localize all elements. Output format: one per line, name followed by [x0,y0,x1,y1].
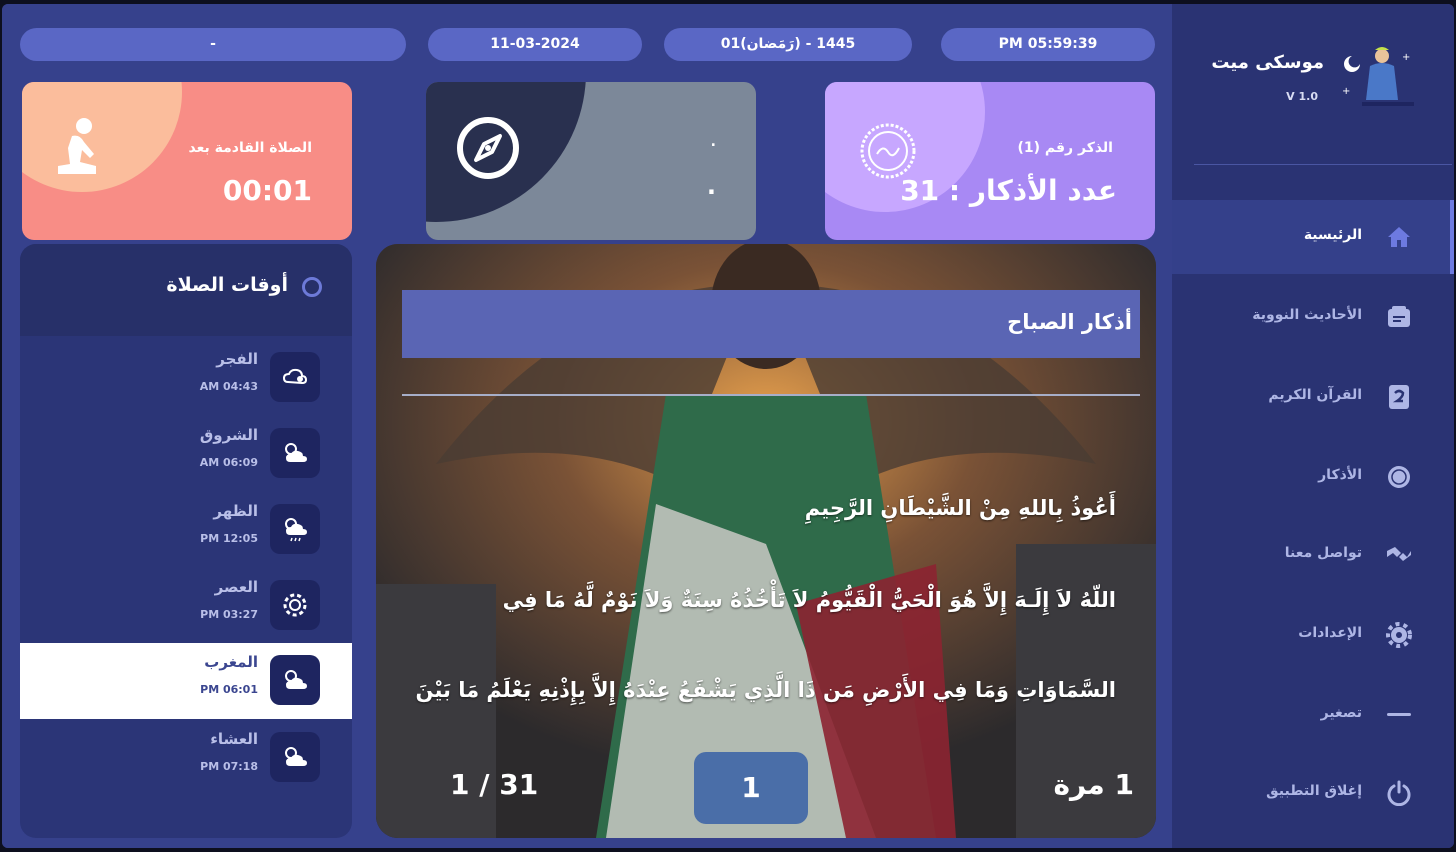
prayer-times-header: أوقات الصلاة [20,244,352,336]
prayer-name: الفجر [216,350,258,368]
hadith-icon [1384,302,1414,332]
dhikr-counter-button[interactable]: 1 [694,752,808,824]
next-prayer-card: الصلاة القادمة بعد 00:01 [22,82,352,240]
prayer-row-maghrib[interactable]: المغرب PM 06:01 [20,643,352,719]
dhikr-number-label: الذكر رقم (1) [1017,140,1113,156]
dhikr-verse-3: السَّمَاوَاتِ وَمَا فِي الأَرْضِ مَن ذَا… [415,678,1116,702]
sun-cloud-icon [270,732,320,782]
prayer-time: PM 06:01 [200,683,258,696]
nav-hadith[interactable]: الأحاديث النووية [1172,280,1454,354]
nav-home[interactable]: الرئيسية [1172,200,1454,274]
quran-icon [1384,382,1414,412]
nav-label: الرئيسية [1303,227,1362,243]
nav-settings[interactable]: الإعدادات [1172,598,1454,672]
prayer-name: العشاء [210,730,258,748]
app-window: - 11-03-2024 1445 - (رَمَضان)01 PM 05:59… [2,4,1454,848]
prayer-name: الظهر [213,502,258,520]
nav-label: الأحاديث النووية [1252,307,1362,323]
prayer-row-asr[interactable]: العصر PM 03:27 [20,568,352,644]
dhikr-count-card: الذكر رقم (1) عدد الأذكار : 31 [825,82,1155,240]
location-pill: - [20,28,406,61]
compass-icon [456,116,520,180]
nav-contact[interactable]: تواصل معنا [1172,518,1454,592]
contact-icon [1384,540,1414,570]
next-prayer-countdown: 00:01 [222,174,312,207]
nav-close-app[interactable]: إغلاق التطبيق [1172,756,1454,830]
prayer-time: AM 06:09 [199,456,258,469]
prayer-row-sunrise[interactable]: الشروق AM 06:09 [20,416,352,492]
qibla-line1: . [710,134,716,150]
minimize-icon [1384,700,1414,730]
app-name: موسكى ميت [1211,52,1324,73]
dhikr-count-text: عدد الأذكار : 31 [900,174,1117,207]
prayer-times-panel: أوقات الصلاة الفجر AM 04:43 الشروق AM 06… [20,244,352,838]
nav-label: الأذكار [1318,467,1362,483]
dhikr-repeat-count: 1 مرة [1053,768,1134,801]
prayer-time: PM 03:27 [200,608,258,621]
main-area: - 11-03-2024 1445 - (رَمَضان)01 PM 05:59… [2,4,1172,848]
settings-icon [1384,620,1414,650]
svg-text:+: + [1402,52,1410,63]
prayer-name: الشروق [199,426,258,444]
nav-label: الإعدادات [1298,625,1362,641]
nav-quran[interactable]: القرآن الكريم [1172,360,1454,434]
dhikr-title-bar: أذكار الصباح [402,290,1140,358]
sidebar: موسكى ميت V 1.0 + + الرئيسية الأحاديث ال… [1172,4,1454,848]
prayer-name: العصر [214,578,258,596]
divider [402,394,1140,396]
nav-label: تصغير [1320,705,1362,721]
nav-label: القرآن الكريم [1268,387,1362,403]
dhikr-panel: أذكار الصباح أَعُوذُ بِاللهِ مِنْ الشَّي… [376,244,1156,838]
app-version: V 1.0 [1286,90,1318,103]
cloud-moon-icon [270,352,320,402]
prayer-times-title: أوقات الصلاة [166,274,288,296]
circle-icon [302,277,322,297]
dhikr-verse-2: اللّهُ لاَ إِلَـهَ إِلاَّ هُوَ الْحَيُّ … [502,588,1116,612]
power-icon [1384,778,1414,808]
qibla-card: . . [426,82,756,240]
dhikr-icon [1384,462,1414,492]
prayer-time: AM 04:43 [199,380,258,393]
prayer-row-fajr[interactable]: الفجر AM 04:43 [20,340,352,416]
dhikr-title: أذكار الصباح [1007,310,1132,334]
prayer-name: المغرب [204,653,258,671]
sun-gear-icon [270,580,320,630]
hijri-date-pill: 1445 - (رَمَضان)01 [664,28,912,61]
dhikr-progress: 1 / 31 [450,768,539,801]
prayer-row-dhuhr[interactable]: الظهر PM 12:05 [20,492,352,568]
qibla-line2: . [706,172,716,200]
gregorian-date-pill: 11-03-2024 [428,28,642,61]
nav-minimize[interactable]: تصغير [1172,678,1454,752]
app-logo: + + [1336,42,1426,112]
nav-label: تواصل معنا [1284,545,1362,561]
sunnah-seal-icon [859,122,917,180]
home-icon [1384,222,1414,252]
prayer-time: PM 12:05 [200,532,258,545]
sun-cloud-icon [270,655,320,705]
praying-person-icon [50,114,106,184]
dhikr-verse-1: أَعُوذُ بِاللهِ مِنْ الشَّيْطَانِ الرَّج… [804,496,1116,520]
sun-cloud-icon [270,428,320,478]
clock-pill: PM 05:59:39 [941,28,1155,61]
svg-text:+: + [1342,86,1350,97]
divider [1194,164,1452,165]
sun-rain-icon [270,504,320,554]
prayer-time: PM 07:18 [200,760,258,773]
prayer-row-isha[interactable]: العشاء PM 07:18 [20,720,352,796]
nav-label: إغلاق التطبيق [1266,783,1362,799]
nav-adhkar[interactable]: الأذكار [1172,440,1454,514]
next-prayer-label: الصلاة القادمة بعد [188,140,312,156]
